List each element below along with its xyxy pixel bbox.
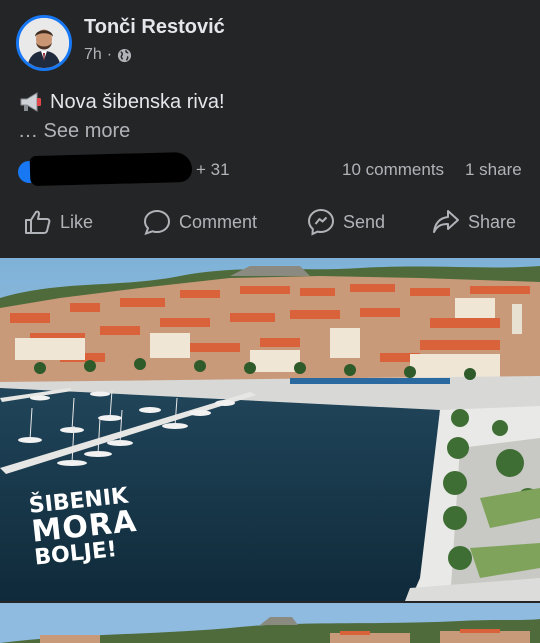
avatar-image <box>19 18 69 68</box>
like-label: Like <box>60 211 94 232</box>
shares-count[interactable]: 1 share <box>465 160 522 180</box>
send-label: Send <box>343 211 386 232</box>
slogan: ŠIBENIK MORA BOLJE! <box>28 484 141 571</box>
globe-icon <box>118 48 132 62</box>
thumbs-up-icon <box>25 210 51 234</box>
reactions-count[interactable]: + 31 <box>196 160 230 180</box>
post-meta: 7h · <box>84 46 132 64</box>
see-more-link[interactable]: … See more <box>18 120 130 143</box>
reactions-row: + 31 10 comments 1 share <box>0 151 540 188</box>
share-icon <box>433 210 459 233</box>
avatar[interactable] <box>16 15 72 71</box>
redacted-names <box>29 151 193 187</box>
post-photo[interactable]: ŠIBENIK MORA BOLJE! <box>0 258 540 601</box>
post-text: Nova šibenska riva! <box>18 90 225 114</box>
post-photo-2[interactable] <box>0 601 540 643</box>
post-message: Nova šibenska riva! <box>50 90 225 113</box>
like-button[interactable]: Like <box>24 196 93 248</box>
post-header: Tonči Restović 7h · <box>0 0 540 86</box>
share-button[interactable]: Share <box>432 196 516 248</box>
comment-button[interactable]: Comment <box>143 196 257 248</box>
comment-icon <box>143 209 171 235</box>
comment-label: Comment <box>179 211 258 232</box>
comments-count[interactable]: 10 comments <box>342 160 444 180</box>
waterfront-rendering-2 <box>0 603 540 643</box>
share-label: Share <box>468 211 517 232</box>
meta-separator: · <box>106 46 113 63</box>
megaphone-icon <box>20 92 41 112</box>
send-button[interactable]: Send <box>307 196 385 248</box>
post-time[interactable]: 7h <box>84 46 102 64</box>
post-actions: Like Comment Send Share <box>0 196 540 248</box>
messenger-icon <box>307 208 335 236</box>
author-name[interactable]: Tonči Restović <box>84 16 225 39</box>
